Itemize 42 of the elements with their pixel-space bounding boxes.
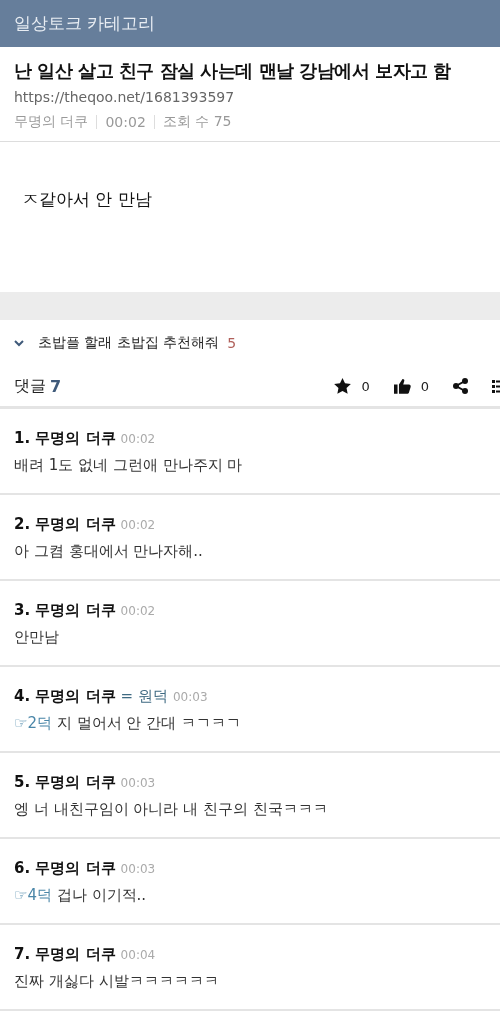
comment-text: 진짜 개싫다 시발ㅋㅋㅋㅋㅋㅋ [14,972,219,990]
comment-text: 안만남 [14,628,59,646]
reply-link[interactable]: ☞2덕 [14,714,52,732]
comment-time: 00:03 [172,690,208,704]
comments-label: 댓글 [14,375,46,397]
comment-text: 아 그켬 홍대에서 만나자해.. [14,542,203,560]
comment-author: 1. 무명의 더쿠 [14,429,116,448]
comment-author: 4. 무명의 더쿠 [14,687,116,706]
comment-time: 00:02 [120,432,156,446]
comment-author: 3. 무명의 더쿠 [14,601,116,620]
chevron-icon[interactable] [14,339,24,347]
comment-author: 6. 무명의 더쿠 [14,859,116,878]
comment-author: 5. 무명의 더쿠 [14,773,116,792]
related-post-link[interactable]: 초밥플 할래 초밥집 추천해줘 [38,334,220,352]
post-title: 난 일산 살고 친구 잠실 사는데 맨날 강남에서 보자고 함 [14,59,452,83]
post-body: ㅈ같아서 안 만남 [21,188,153,211]
star-icon[interactable] [334,378,352,394]
share-icon[interactable] [453,378,468,394]
comment-text: 겁나 이기적.. [56,886,147,904]
category-title[interactable]: 일상토크 카테고리 [14,12,156,35]
view-count: 조회 수 75 [162,113,232,131]
post-url[interactable]: https://theqoo.net/1681393597 [14,89,486,105]
comment-author: 2. 무명의 더쿠 [14,515,116,534]
post-time: 00:02 [105,114,146,130]
comment-time: 00:04 [120,948,156,962]
comment-author: 7. 무명의 더쿠 [14,945,116,964]
like-count: 0 [420,378,429,394]
author-tag: = 원덕 [120,687,168,706]
comment-time: 00:02 [120,518,156,532]
comment-text: 배려 1도 없네 그런애 만나주지 마 [14,456,243,474]
thumbs-up-icon[interactable] [393,378,411,394]
reply-link[interactable]: ☞4덕 [14,886,52,904]
comment-time: 00:03 [120,862,156,876]
comment-time: 00:02 [120,604,156,618]
post-author: 무명의 더쿠 [14,113,89,131]
related-comment-count: 5 [227,335,237,351]
comment-text: 지 멀어서 안 간대 ㅋㄱㅋㄱ [56,714,241,732]
comment-count: 7 [50,376,62,396]
star-count: 0 [361,378,370,394]
comment-time: 00:03 [120,776,156,790]
list-icon[interactable] [492,379,500,393]
comment-text: 엥 너 내친구임이 아니라 내 친구의 친국ㅋㅋㅋ [14,800,328,818]
